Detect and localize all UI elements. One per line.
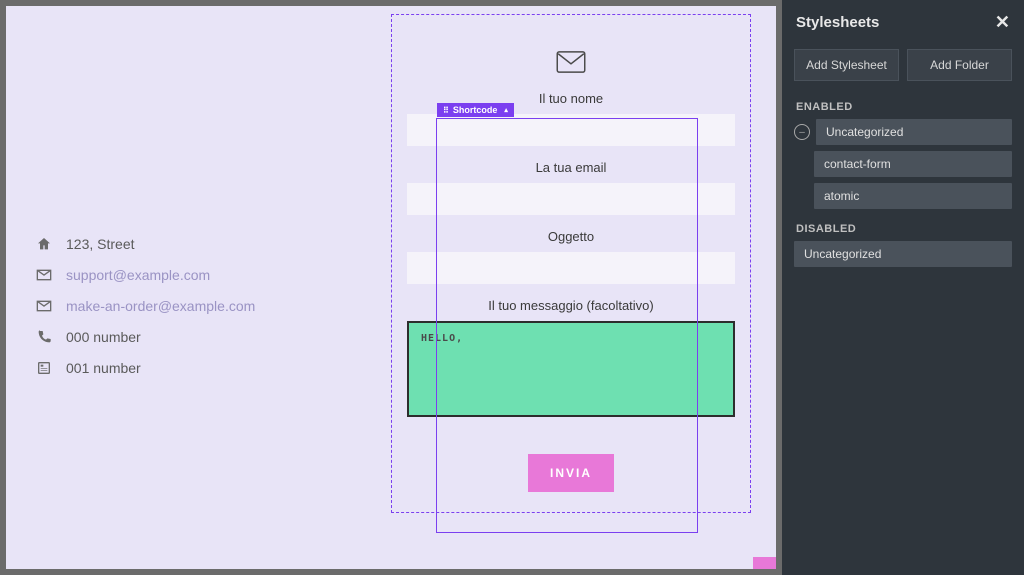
collapse-icon[interactable]: –: [794, 124, 810, 140]
disabled-section-label: DISABLED: [782, 217, 1024, 241]
phone-icon: [36, 329, 52, 345]
folder-uncategorized[interactable]: Uncategorized: [816, 119, 1012, 145]
add-folder-button[interactable]: Add Folder: [907, 49, 1012, 81]
info-row-address: 123, Street: [36, 236, 386, 252]
info-row-support-email: support@example.com: [36, 267, 386, 283]
badge-label: Shortcode: [453, 105, 498, 115]
canvas-page[interactable]: 123, Street support@example.com make-an-…: [6, 6, 776, 569]
element-badge[interactable]: ⠿ Shortcode ▴: [437, 103, 514, 117]
folder-uncategorized-disabled[interactable]: Uncategorized: [794, 241, 1012, 267]
envelope-icon: [36, 298, 52, 314]
selection-outline: [436, 118, 698, 533]
stylesheet-atomic[interactable]: atomic: [814, 183, 1012, 209]
enabled-section-label: ENABLED: [782, 95, 1024, 119]
disabled-folder-row[interactable]: Uncategorized: [782, 241, 1024, 273]
enabled-folder-row[interactable]: – Uncategorized: [782, 119, 1024, 151]
info-row-phone1: 000 number: [36, 329, 386, 345]
chevron-up-icon[interactable]: ▴: [504, 106, 508, 114]
info-row-order-email: make-an-order@example.com: [36, 298, 386, 314]
stylesheets-panel: Stylesheets ✕ Add Stylesheet Add Folder …: [782, 0, 1024, 575]
address-text: 123, Street: [66, 236, 135, 252]
support-email-text: support@example.com: [66, 267, 210, 283]
panel-header: Stylesheets ✕: [782, 0, 1024, 43]
order-email-text: make-an-order@example.com: [66, 298, 255, 314]
home-icon: [36, 236, 52, 252]
drag-handle-icon[interactable]: ⠿: [443, 106, 449, 115]
phone1-text: 000 number: [66, 329, 141, 345]
envelope-icon: [36, 267, 52, 283]
contact-info-block: 123, Street support@example.com make-an-…: [6, 6, 386, 569]
panel-title: Stylesheets: [796, 14, 879, 31]
fax-icon: [36, 360, 52, 376]
phone2-text: 001 number: [66, 360, 141, 376]
panel-actions: Add Stylesheet Add Folder: [782, 43, 1024, 95]
add-stylesheet-button[interactable]: Add Stylesheet: [794, 49, 899, 81]
stylesheet-contact-form[interactable]: contact-form: [814, 151, 1012, 177]
info-row-phone2: 001 number: [36, 360, 386, 376]
bottom-badge[interactable]: [753, 557, 776, 569]
close-icon[interactable]: ✕: [995, 12, 1010, 33]
canvas-area: 123, Street support@example.com make-an-…: [0, 0, 782, 575]
mail-large-icon: [556, 51, 586, 73]
